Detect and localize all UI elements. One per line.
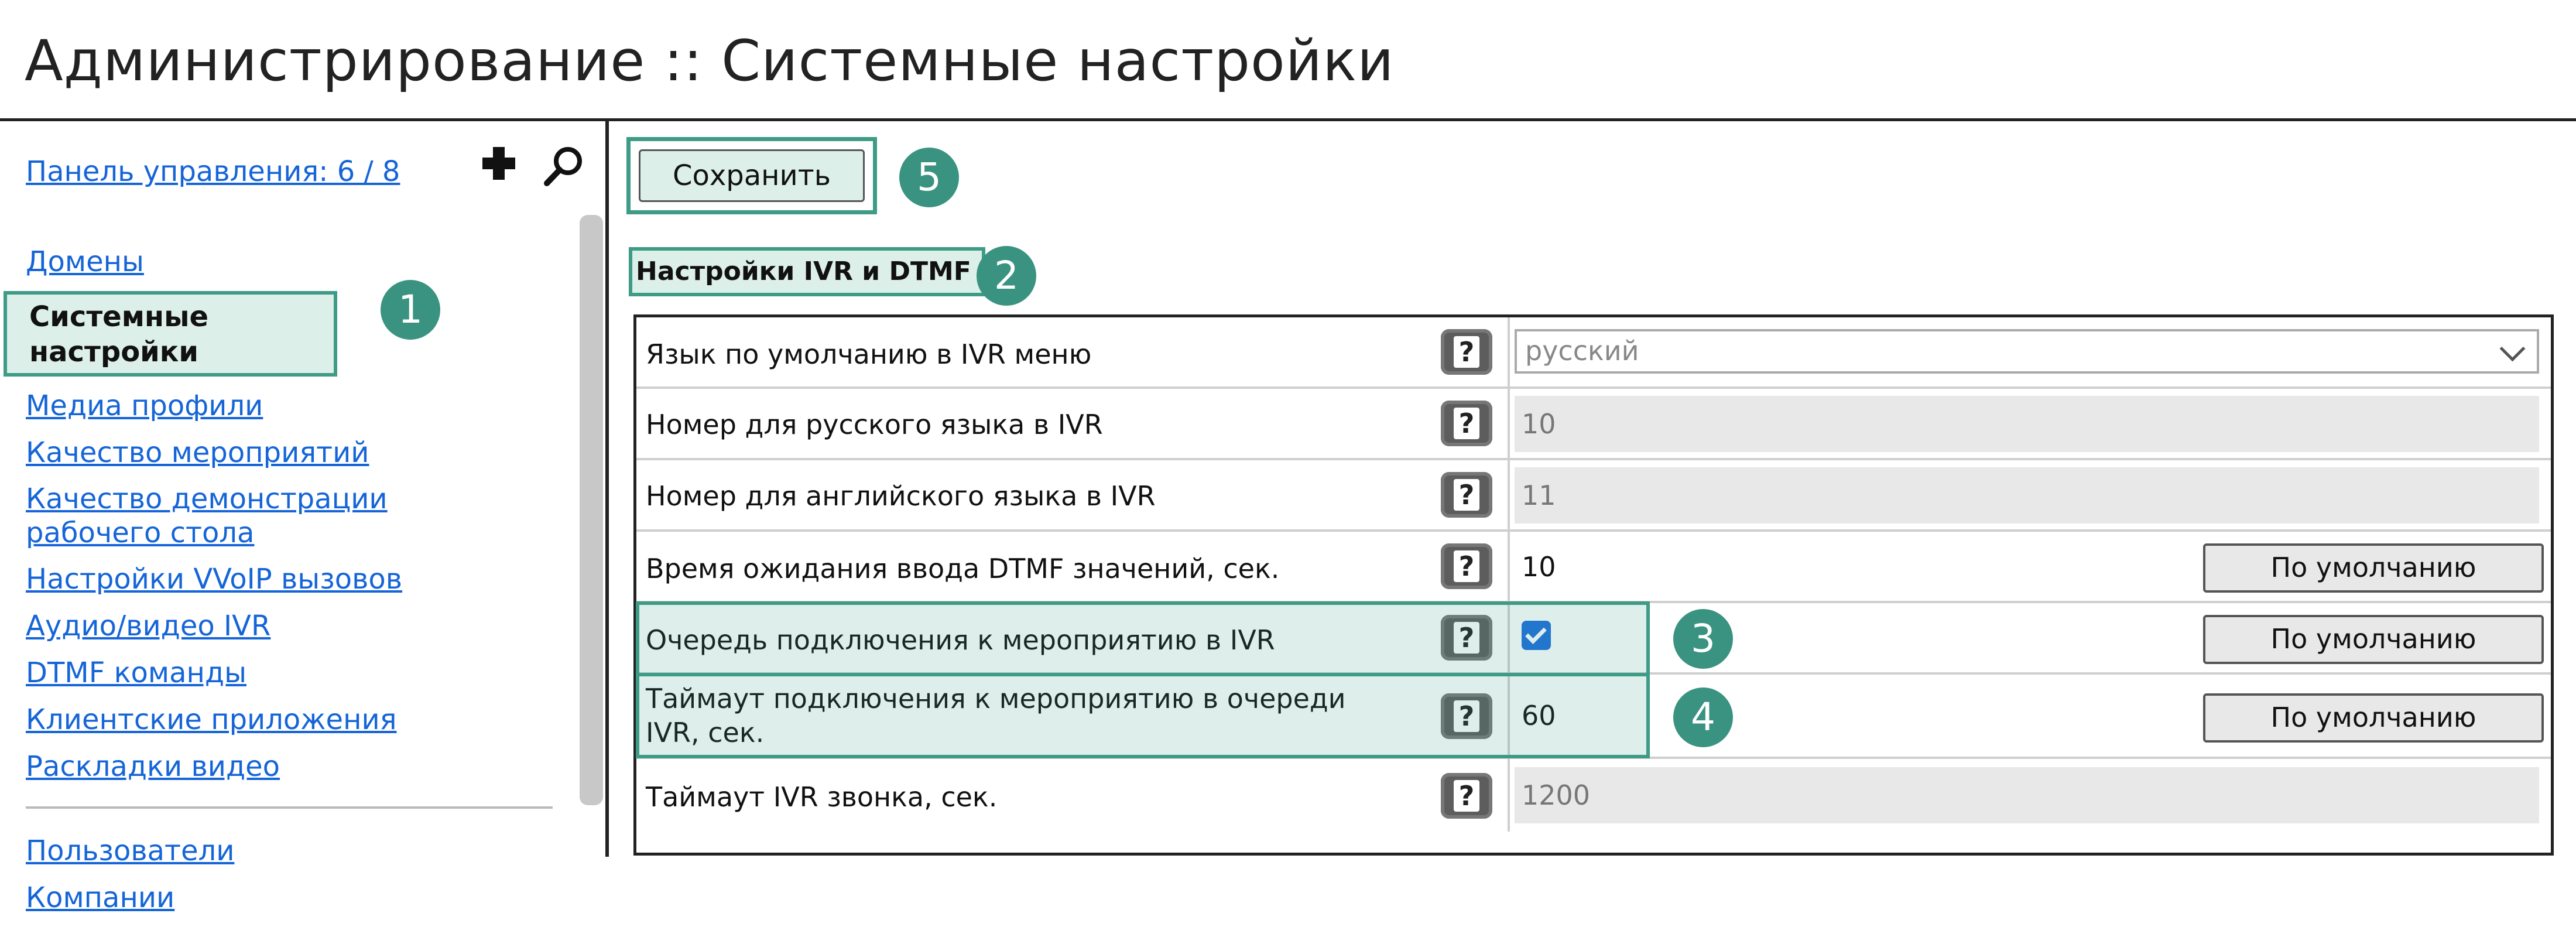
russian-number-field[interactable]: 10 <box>1515 396 2539 452</box>
page-title: Администрирование :: Системные настройки <box>25 28 1395 94</box>
setting-row-default-language: Язык по умолчанию в IVR меню ? русский <box>636 317 2551 389</box>
section-title: Настройки IVR и DTMF <box>629 247 985 296</box>
setting-label: Номер для английского языка в IVR <box>646 480 1156 512</box>
setting-label: Язык по умолчанию в IVR меню <box>646 338 1092 370</box>
save-button[interactable]: Сохранить <box>639 149 865 202</box>
help-icon[interactable]: ? <box>1441 401 1492 446</box>
control-panel-link[interactable]: Панель управления: 6 / 8 <box>26 155 400 188</box>
sidebar-item-client-apps[interactable]: Клиентские приложения <box>0 702 562 737</box>
setting-label: Таймаут подключения к мероприятию в очер… <box>646 683 1346 748</box>
callout-badge-5: 5 <box>899 148 959 207</box>
default-language-select[interactable]: русский <box>1515 329 2539 374</box>
plus-icon[interactable] <box>480 145 518 182</box>
help-icon[interactable]: ? <box>1441 329 1492 375</box>
sidebar-item-media-profiles[interactable]: Медиа профили <box>0 388 562 423</box>
help-icon[interactable]: ? <box>1441 543 1492 589</box>
setting-row-english-number: Номер для английского языка в IVR ? 11 <box>636 460 2551 532</box>
reset-default-button[interactable]: По умолчанию <box>2203 543 2544 593</box>
setting-row-ivr-call-timeout: Таймаут IVR звонка, сек. ? 1200 <box>636 759 2551 832</box>
setting-row-dtmf-timeout: Время ожидания ввода DTMF значений, сек.… <box>636 532 2551 603</box>
sidebar-item-av-ivr[interactable]: Аудио/видео IVR <box>0 608 562 644</box>
reset-default-button[interactable]: По умолчанию <box>2203 615 2544 664</box>
callout-badge-4: 4 <box>1673 687 1733 747</box>
setting-row-queue-timeout: Таймаут подключения к мероприятию в очер… <box>636 675 2551 759</box>
sidebar-scrollbar[interactable] <box>580 215 603 805</box>
setting-row-ivr-queue: Очередь подключения к мероприятию в IVR … <box>636 603 2551 675</box>
search-icon[interactable] <box>541 145 585 189</box>
sidebar-item-dtmf-commands[interactable]: DTMF команды <box>0 655 562 690</box>
sidebar-item-system-settings[interactable]: Системные настройки <box>4 291 337 377</box>
sidebar: Панель управления: 6 / 8 Домены Системны… <box>0 121 609 914</box>
sidebar-item-companies[interactable]: Компании <box>0 880 562 915</box>
queue-timeout-field[interactable]: 60 <box>1522 687 1556 744</box>
ivr-call-timeout-field[interactable]: 1200 <box>1515 767 2539 823</box>
setting-row-russian-number: Номер для русского языка в IVR ? 10 <box>636 389 2551 460</box>
help-icon[interactable]: ? <box>1441 773 1492 819</box>
setting-label: Таймаут IVR звонка, сек. <box>646 781 998 813</box>
sidebar-nav: Домены Системные настройки Медиа профили… <box>0 244 562 927</box>
sidebar-divider <box>26 806 553 809</box>
callout-badge-2: 2 <box>977 246 1036 306</box>
sidebar-item-video-layouts[interactable]: Раскладки видео <box>0 749 562 784</box>
settings-table: Язык по умолчанию в IVR меню ? русский Н… <box>633 314 2554 856</box>
sidebar-item-domains[interactable]: Домены <box>0 244 562 279</box>
help-icon[interactable]: ? <box>1441 693 1492 739</box>
reset-default-button[interactable]: По умолчанию <box>2203 693 2544 743</box>
setting-label: Номер для русского языка в IVR <box>646 409 1103 440</box>
callout-badge-3: 3 <box>1673 609 1733 669</box>
ivr-queue-checkbox[interactable] <box>1522 621 1551 650</box>
setting-label: Очередь подключения к мероприятию в IVR <box>646 624 1275 656</box>
dtmf-timeout-field[interactable]: 10 <box>1522 539 1556 595</box>
sidebar-item-desktop-sharing-quality[interactable]: Качество демонстрации рабочего стола <box>0 482 529 550</box>
help-icon[interactable]: ? <box>1441 472 1492 518</box>
sidebar-item-vvoip-settings[interactable]: Настройки VVoIP вызовов <box>0 562 562 597</box>
sidebar-item-users[interactable]: Пользователи <box>0 833 562 868</box>
english-number-field[interactable]: 11 <box>1515 467 2539 524</box>
help-icon[interactable]: ? <box>1441 615 1492 661</box>
save-button-highlight: Сохранить <box>626 137 877 214</box>
sidebar-item-conference-quality[interactable]: Качество мероприятий <box>0 435 562 470</box>
callout-badge-1: 1 <box>381 280 440 340</box>
setting-label: Время ожидания ввода DTMF значений, сек. <box>646 553 1280 584</box>
chevron-down-icon <box>2499 336 2526 362</box>
